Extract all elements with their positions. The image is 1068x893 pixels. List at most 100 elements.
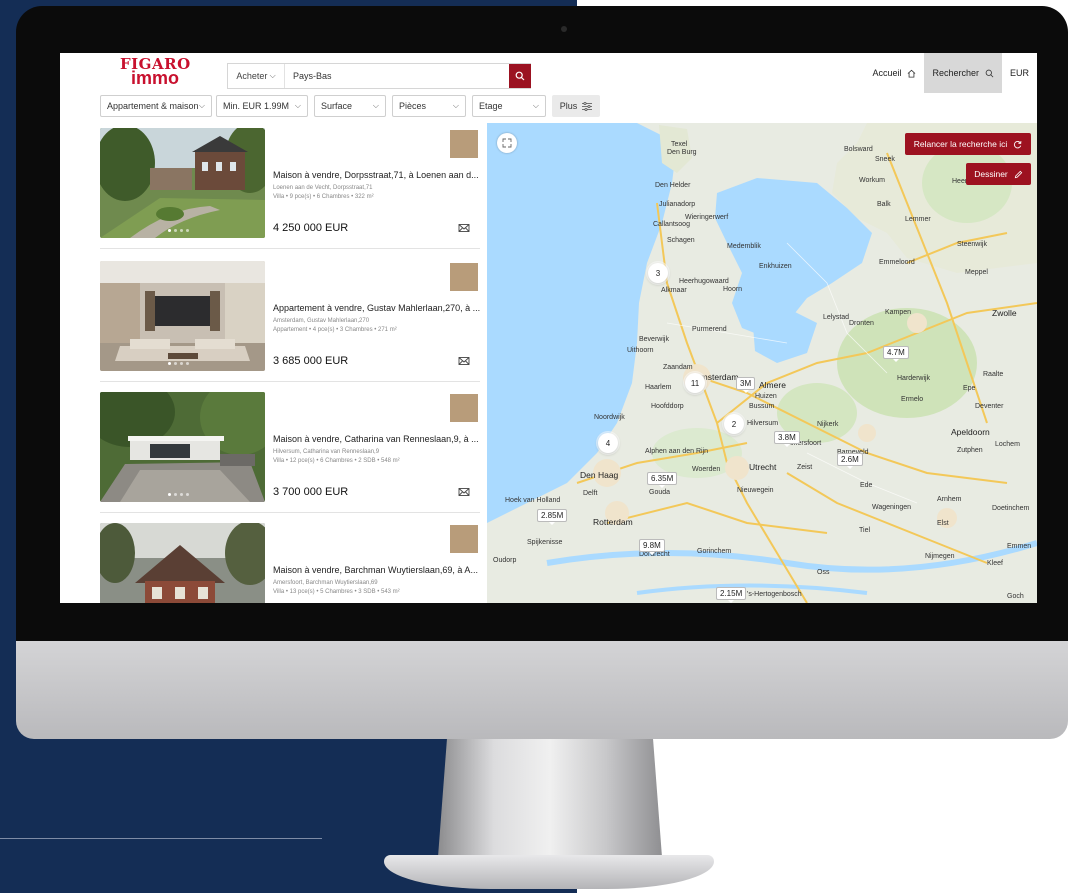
place-label: Purmerend — [692, 326, 727, 333]
relaunch-search-button[interactable]: Relancer la recherche ici — [905, 133, 1031, 155]
listing-card[interactable]: Maison à vendre, Barchman Wuytierslaan,6… — [100, 523, 480, 603]
place-label: Callantsoog — [653, 221, 690, 228]
filter-floor[interactable]: Etage ⌵ — [472, 95, 546, 117]
listing-address: Amsterdam, Gustav Mahlerlaan,270 — [273, 318, 370, 324]
nav-home[interactable]: Accueil — [864, 53, 924, 93]
listing-card[interactable]: Appartement à vendre, Gustav Mahlerlaan,… — [100, 261, 480, 371]
house-photo-image — [100, 128, 265, 238]
map-cluster-marker[interactable]: 3 — [648, 263, 668, 283]
place-label: Hilversum — [747, 420, 779, 427]
mail-icon[interactable] — [458, 222, 470, 234]
filter-min-price[interactable]: Min. EUR 1.99M ⌵ — [216, 95, 308, 117]
filter-surface[interactable]: Surface ⌵ — [314, 95, 386, 117]
draw-button[interactable]: Dessiner — [966, 163, 1031, 185]
figaro-immo-logo[interactable]: FIGARO immo — [120, 57, 190, 88]
place-label: Texel — [671, 141, 688, 148]
map-price-marker[interactable]: 4.7M — [883, 346, 909, 362]
listing-photo[interactable] — [100, 392, 265, 502]
place-label: Arnhem — [937, 496, 962, 503]
place-label: Wieringerwerf — [685, 214, 729, 221]
place-label: Tiel — [859, 527, 871, 534]
filter-label: Etage — [479, 101, 503, 111]
place-label: Epe — [963, 385, 976, 392]
listing-photo[interactable] — [100, 261, 265, 371]
filter-label: Plus — [559, 101, 578, 111]
place-label: Bussum — [749, 403, 775, 410]
agency-logo[interactable] — [450, 263, 478, 291]
filter-property-type[interactable]: Appartement & maison ⌵ — [100, 95, 212, 117]
map-price-marker[interactable]: 9.8M — [639, 539, 665, 555]
filter-label: Min. EUR 1.99M — [223, 101, 290, 111]
place-label: Alkmaar — [661, 287, 687, 294]
listing-photo[interactable] — [100, 523, 265, 603]
listing-price: 4 250 000 EUR — [273, 222, 349, 234]
listing-title: Maison à vendre, Dorpsstraat,71, à Loene… — [273, 170, 479, 180]
place-label: Enkhuizen — [759, 263, 792, 270]
chevron-down-icon: ⌵ — [532, 101, 539, 110]
listing-details: Villa • 13 pce(s) • 5 Chambres • 3 SDB •… — [273, 589, 400, 595]
listing-divider — [100, 512, 480, 513]
monitor-chin — [16, 641, 1068, 739]
place-label: Bolsward — [844, 146, 873, 153]
mail-icon[interactable] — [458, 486, 470, 498]
agency-logo[interactable] — [450, 130, 478, 158]
place-label: 's-Hertogenbosch — [747, 591, 802, 598]
sliders-icon — [582, 101, 593, 111]
photo-pagination-dots — [168, 362, 189, 365]
fullscreen-button[interactable] — [497, 133, 517, 153]
place-label: Balk — [877, 201, 891, 208]
map-price-marker[interactable]: 6.35M — [647, 472, 678, 488]
map-cluster-marker[interactable]: 4 — [598, 433, 618, 453]
place-label: Beverwijk — [639, 336, 669, 343]
place-label: Nieuwegein — [737, 487, 774, 494]
map-price-marker[interactable]: 2.85M — [537, 509, 568, 525]
nav-right: Accueil Rechercher EUR — [864, 53, 1037, 93]
filter-more[interactable]: Plus — [552, 95, 600, 117]
listing-photo[interactable] — [100, 128, 265, 238]
nav-search[interactable]: Rechercher — [924, 53, 1002, 93]
place-label: Workum — [859, 177, 885, 184]
place-label: Alphen aan den Rijn — [645, 448, 709, 455]
map[interactable]: Texel Den Burg Den Helder Schagen Heerhu… — [487, 123, 1037, 603]
apartment-photo-image — [100, 261, 265, 371]
mail-icon[interactable] — [458, 355, 470, 367]
place-label: Almere — [759, 380, 786, 390]
place-label: Zeist — [797, 464, 813, 471]
map-cluster-marker[interactable]: 11 — [685, 373, 705, 393]
place-label: Oss — [817, 569, 830, 576]
agency-logo[interactable] — [450, 525, 478, 553]
listing-title: Maison à vendre, Catharina van Renneslaa… — [273, 434, 479, 444]
listing-divider — [100, 248, 480, 249]
listing-divider — [100, 381, 480, 382]
relaunch-search-label: Relancer la recherche ici — [913, 139, 1008, 149]
filter-rooms[interactable]: Pièces ⌵ — [392, 95, 466, 117]
chevron-down-icon: ⌵ — [267, 71, 276, 80]
currency-selector[interactable]: EUR — [1002, 53, 1037, 93]
map-price-marker[interactable]: 2.6M — [837, 453, 863, 469]
map-cluster-marker[interactable]: 2 — [724, 414, 744, 434]
listing-card[interactable]: Maison à vendre, Dorpsstraat,71, à Loene… — [100, 128, 480, 238]
map-price-marker[interactable]: 3.8M — [774, 431, 800, 447]
place-label: Den Haag — [580, 470, 619, 480]
house-photo-image — [100, 523, 265, 603]
place-label: Spijkenisse — [527, 539, 563, 546]
map-price-marker[interactable]: 3M — [736, 377, 756, 393]
agency-logo[interactable] — [450, 394, 478, 422]
place-label: Hoofddorp — [651, 403, 684, 410]
listing-card[interactable]: Maison à vendre, Catharina van Renneslaa… — [100, 392, 480, 502]
map-background — [487, 123, 1037, 603]
transaction-label: Acheter — [236, 71, 268, 81]
villa-photo-image — [100, 392, 265, 502]
place-label: Hoek van Holland — [505, 497, 561, 504]
place-label: Delft — [583, 490, 598, 497]
nav-home-label: Accueil — [872, 68, 902, 78]
map-price-marker[interactable]: 2.15M — [716, 587, 747, 603]
search-icon — [985, 69, 994, 77]
place-label: Steenwijk — [957, 241, 987, 248]
location-input[interactable]: Pays-Bas — [285, 71, 509, 81]
search-button[interactable] — [509, 64, 531, 88]
place-label: Ermelo — [901, 396, 924, 403]
place-label: Noordwijk — [594, 414, 625, 421]
place-label: Apeldoorn — [951, 427, 990, 437]
transaction-select[interactable]: Acheter ⌵ — [228, 64, 285, 88]
